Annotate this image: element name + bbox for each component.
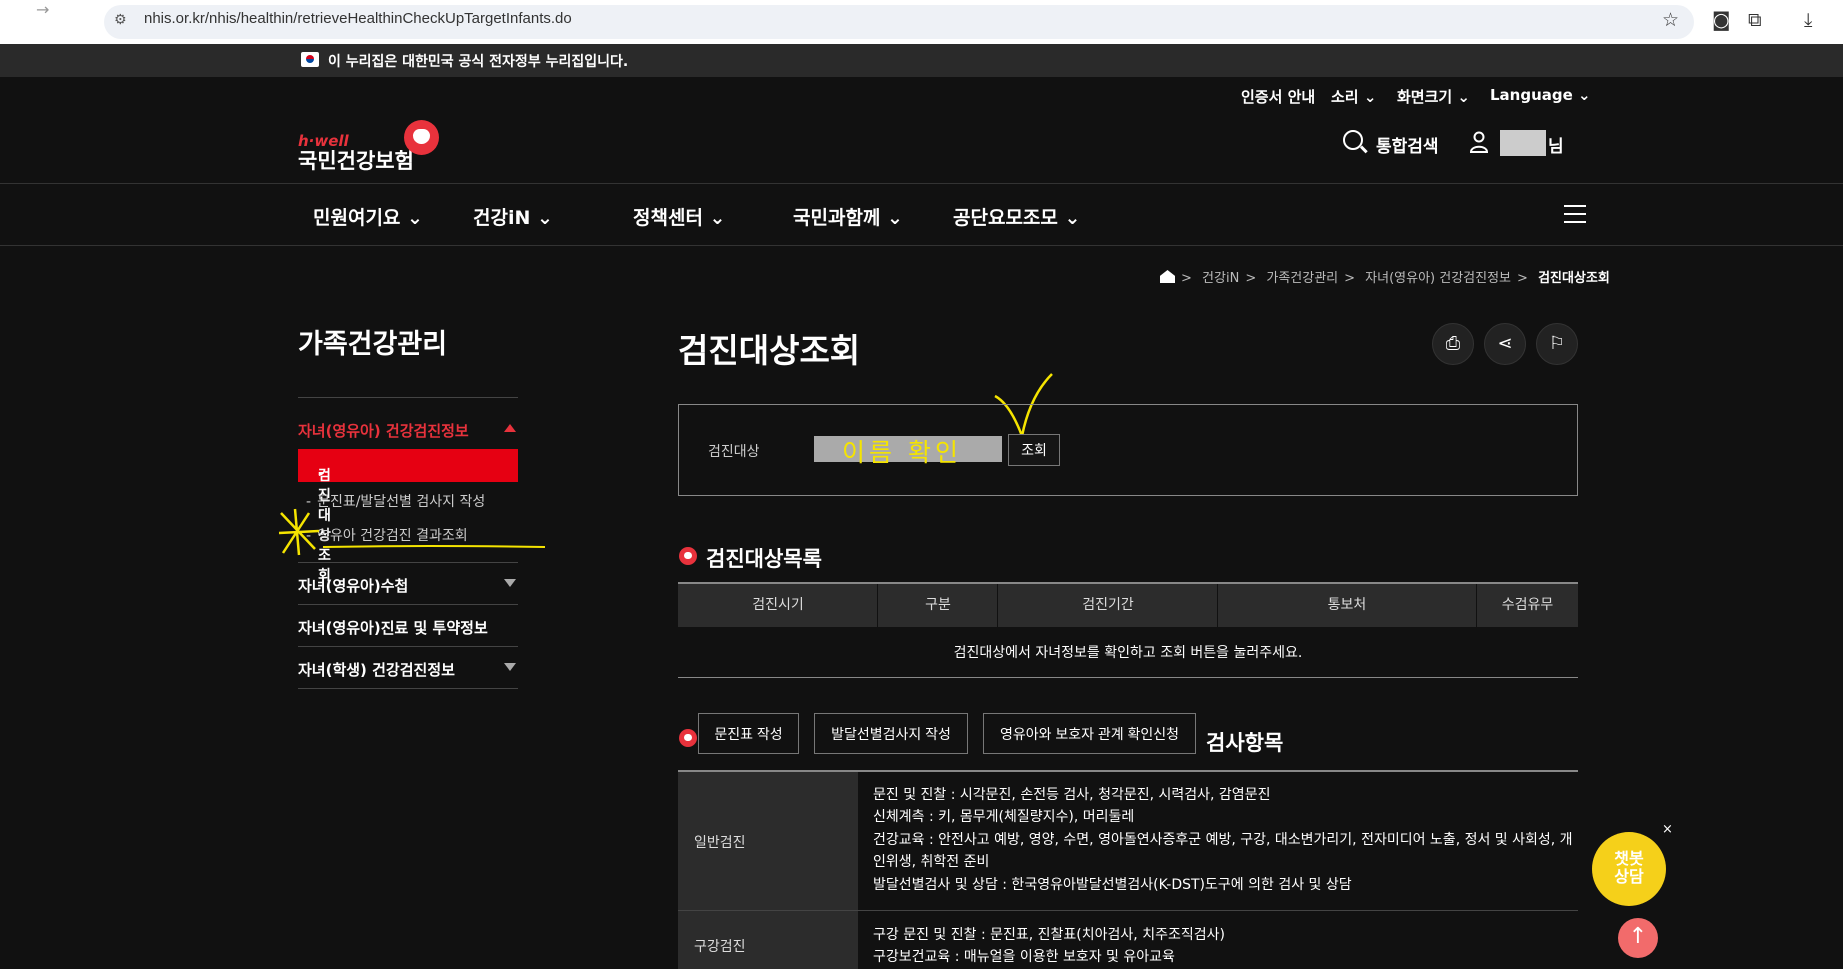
sidebar-group-infant-checkup[interactable]: 자녀(영유아) 건강검진정보: [298, 420, 469, 441]
heart-bullet-icon: [679, 547, 697, 565]
page-title: 검진대상조회: [678, 331, 861, 370]
user-name-redacted: [1500, 130, 1546, 156]
url-text[interactable]: nhis.or.kr/nhis/healthin/retrieveHealthi…: [144, 10, 572, 27]
breadcrumb-current: 검진대상조회: [1538, 271, 1610, 286]
item-detail-line: 건강교육 : 안전사고 예방, 영양, 수면, 영아돌연사증후군 예방, 구강,…: [873, 832, 1573, 848]
back-icon[interactable]: ←: [6, 0, 19, 19]
bookmark-star-icon[interactable]: ☆: [1662, 9, 1679, 31]
chatbot-button[interactable]: 챗봇 상담: [1592, 832, 1666, 906]
gov-banner: [0, 44, 1843, 77]
korea-flag-icon: [301, 52, 319, 67]
breadcrumb-item[interactable]: 가족건강관리: [1266, 271, 1338, 286]
print-icon[interactable]: ⎙: [1432, 323, 1474, 365]
items-section-title: 검사항목: [1206, 731, 1284, 755]
item-detail-line: 문진 및 진찰 : 시각문진, 손전등 검사, 청각문진, 시력검사, 감염문진: [873, 787, 1271, 803]
sidebar-group-handbook[interactable]: 자녀(영유아)수첩: [298, 575, 408, 596]
extension-icon[interactable]: ◙: [1712, 9, 1730, 31]
bookmark-icon[interactable]: ⚐: [1536, 323, 1578, 365]
screen-size-menu[interactable]: 화면크기 ⌄: [1397, 86, 1470, 107]
item-detail-line: 구강보건교육 : 매뉴얼을 이용한 보호자 및 유아교육: [873, 949, 1175, 965]
column-header: 수검유무: [1501, 597, 1554, 613]
sidebar-group-student-checkup[interactable]: 자녀(학생) 건강검진정보: [298, 659, 455, 680]
sidebar-item-target-lookup[interactable]: - 검진대상조회: [298, 449, 518, 584]
integrated-search-link[interactable]: 통합검색: [1376, 132, 1439, 157]
sidebar-title: 가족건강관리: [298, 329, 448, 360]
sidebar-divider: [298, 397, 518, 398]
reload-icon[interactable]: ↻: [72, 0, 85, 19]
column-header: 검진기간: [1082, 597, 1134, 613]
breadcrumb: > 건강iN > 가족건강관리 > 자녀(영유아) 건강검진정보 > 검진대상조회: [1160, 267, 1616, 286]
sidebar-group-treatment[interactable]: 자녀(영유아)진료 및 투약정보: [298, 617, 488, 638]
sidebar-divider: [298, 688, 518, 689]
table-bottom-border: [678, 677, 1578, 678]
chevron-up-icon[interactable]: [504, 424, 516, 432]
item-detail-line: 발달선별검사 및 상담 : 한국영유아발달선별검사(K-DST)도구에 의한 검…: [873, 877, 1352, 893]
language-menu[interactable]: Language ⌄: [1490, 86, 1591, 104]
forward-icon[interactable]: →: [36, 0, 49, 19]
column-header: 구분: [925, 597, 951, 613]
target-label: 검진대상: [708, 444, 760, 460]
item-name: 구강검진: [694, 939, 746, 955]
share-icon[interactable]: ⋖: [1484, 323, 1526, 365]
puzzle-icon[interactable]: ⧉: [1748, 9, 1762, 31]
chatbot-close-icon[interactable]: ×: [1662, 822, 1673, 837]
column-header: 통보처: [1327, 597, 1367, 613]
sound-menu[interactable]: 소리 ⌄: [1331, 86, 1376, 107]
guardian-relation-button[interactable]: 영유아와 보호자 관계 확인신청: [983, 713, 1196, 754]
item-detail-line: 신체계측 : 키, 몸무게(체질량지수), 머리둘레: [873, 809, 1135, 825]
breadcrumb-item[interactable]: 건강iN: [1202, 271, 1239, 286]
development-screening-button[interactable]: 발달선별검사지 작성: [814, 713, 968, 754]
list-section-title: 검진대상목록: [706, 547, 822, 571]
chevron-down-icon[interactable]: [504, 579, 516, 587]
logo-title[interactable]: 국민건강보험: [298, 145, 414, 175]
header-divider: [0, 183, 1843, 184]
item-name: 일반검진: [694, 835, 746, 851]
gnb-divider: [0, 245, 1843, 246]
heart-bullet-icon: [679, 729, 697, 747]
gnb-item-about[interactable]: 공단요모조모 ⌄: [953, 203, 1080, 230]
questionnaire-button[interactable]: 문진표 작성: [698, 713, 799, 754]
gnb-item-together[interactable]: 국민과함께 ⌄: [793, 203, 903, 230]
user-icon[interactable]: [1470, 131, 1488, 153]
target-search-panel: [678, 404, 1578, 496]
hamburger-menu-icon[interactable]: [1564, 205, 1586, 223]
home-icon[interactable]: [1160, 270, 1175, 283]
scroll-top-button[interactable]: ↑: [1618, 918, 1658, 958]
chevron-down-icon[interactable]: [504, 663, 516, 671]
user-suffix: 님: [1548, 137, 1564, 157]
sidebar-divider: [298, 604, 518, 605]
star-annotation-icon: [278, 508, 546, 556]
site-info-icon[interactable]: ⚙: [114, 12, 127, 28]
logo-heart-icon[interactable]: [404, 120, 439, 155]
sidebar-divider: [298, 646, 518, 647]
download-icon[interactable]: ⤓: [1804, 9, 1812, 31]
chatbot-label-bottom: 상담: [1614, 867, 1644, 886]
breadcrumb-item[interactable]: 자녀(영유아) 건강검진정보: [1365, 271, 1511, 286]
gnb-item-minwon[interactable]: 민원여기요 ⌄: [313, 203, 423, 230]
search-icon[interactable]: [1343, 130, 1363, 150]
column-header: 검진시기: [752, 597, 804, 613]
gnb-item-policy[interactable]: 정책센터 ⌄: [633, 203, 725, 230]
gov-banner-text: 이 누리집은 대한민국 공식 전자정부 누리집입니다.: [328, 54, 629, 70]
cert-guide-link[interactable]: 인증서 안내: [1241, 86, 1315, 107]
item-detail-line: 인위생, 취학전 준비: [873, 854, 990, 870]
query-button[interactable]: 조회: [1008, 434, 1060, 466]
table-empty-message: 검진대상에서 자녀정보를 확인하고 조회 버튼을 눌러주세요.: [953, 645, 1303, 661]
name-annotation: 이름 확인: [842, 438, 962, 467]
gnb-item-healthin[interactable]: 건강iN ⌄: [473, 203, 553, 230]
sidebar-divider: [298, 562, 518, 563]
chatbot-label-top: 챗봇: [1614, 849, 1644, 868]
item-detail-line: 구강 문진 및 진찰 : 문진표, 진찰표(치아검사, 치주조직검사): [873, 927, 1225, 943]
